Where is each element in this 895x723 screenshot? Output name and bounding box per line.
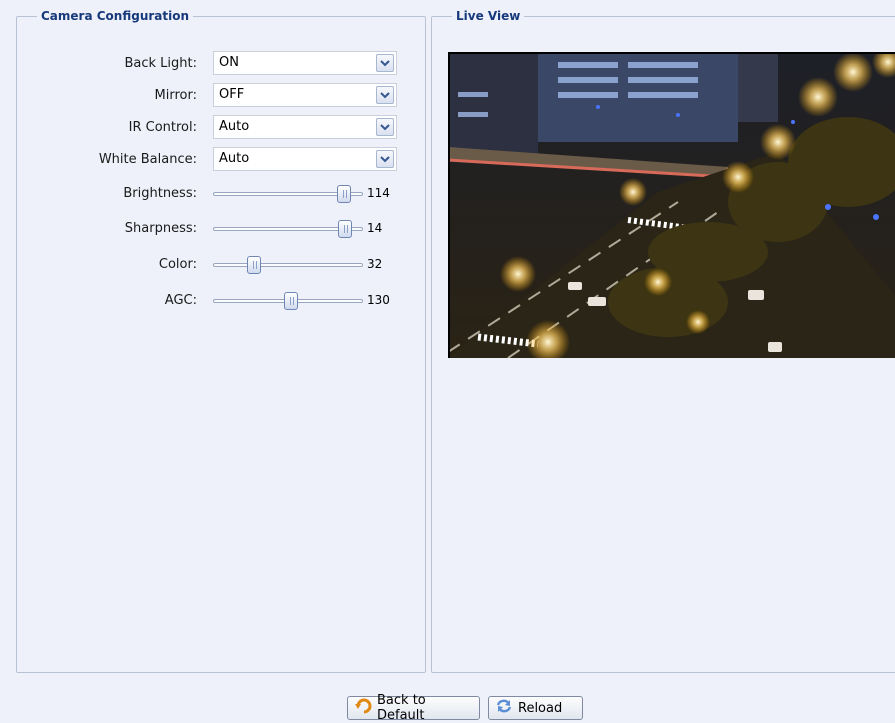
agc-slider-thumb[interactable] — [284, 292, 298, 310]
ir-control-row: IR Control: Auto — [17, 115, 425, 141]
brightness-slider-thumb[interactable] — [336, 185, 351, 203]
sharpness-row: Sharpness: 14 — [17, 216, 425, 242]
white-balance-row: White Balance: Auto — [17, 147, 425, 173]
ir-control-label: IR Control: — [128, 120, 197, 135]
brightness-row: Brightness: 114 — [17, 181, 425, 207]
back-light-row: Back Light: ON — [17, 51, 425, 77]
mirror-label: Mirror: — [154, 88, 197, 103]
color-slider-thumb[interactable] — [246, 256, 261, 274]
back-light-select[interactable]: ON — [213, 51, 397, 75]
back-light-label: Back Light: — [124, 56, 197, 71]
agc-row: AGC: 130 — [17, 288, 425, 314]
brightness-label: Brightness: — [123, 186, 197, 201]
agc-value: 130 — [367, 293, 390, 307]
back-to-default-label: Back to Default — [377, 693, 426, 723]
back-light-value: ON — [219, 55, 239, 70]
chevron-down-icon[interactable] — [376, 54, 394, 72]
chevron-down-icon[interactable] — [376, 150, 394, 168]
ir-control-select[interactable]: Auto — [213, 115, 397, 139]
brightness-value: 114 — [367, 186, 390, 200]
mirror-select[interactable]: OFF — [213, 83, 397, 107]
color-row: Color: 32 — [17, 252, 425, 278]
mirror-value: OFF — [219, 87, 245, 102]
camera-configuration-panel: Camera Configuration Back Light: ON Mirr… — [16, 9, 426, 673]
camera-configuration-legend: Camera Configuration — [41, 9, 190, 23]
reload-label: Reload — [518, 700, 563, 716]
sharpness-value: 14 — [367, 221, 383, 235]
white-balance-label: White Balance: — [98, 152, 197, 167]
sharpness-slider-thumb[interactable] — [338, 220, 352, 238]
color-label: Color: — [158, 257, 197, 272]
white-balance-select[interactable]: Auto — [213, 147, 397, 171]
live-view-legend: Live View — [456, 9, 521, 23]
sharpness-label: Sharpness: — [124, 221, 197, 236]
color-value: 32 — [367, 257, 383, 271]
refresh-icon — [495, 698, 513, 718]
live-view-panel: Live View — [431, 9, 895, 673]
color-slider-track[interactable] — [213, 263, 363, 267]
live-video-feed[interactable] — [448, 52, 895, 358]
mirror-row: Mirror: OFF — [17, 83, 425, 109]
reload-button[interactable]: Reload — [488, 696, 583, 720]
white-balance-value: Auto — [219, 151, 250, 166]
chevron-down-icon[interactable] — [376, 86, 394, 104]
agc-label: AGC: — [164, 293, 197, 308]
undo-arrow-icon — [354, 698, 372, 718]
back-to-default-button[interactable]: Back to Default — [347, 693, 480, 723]
chevron-down-icon[interactable] — [376, 118, 394, 136]
ir-control-value: Auto — [219, 119, 250, 134]
